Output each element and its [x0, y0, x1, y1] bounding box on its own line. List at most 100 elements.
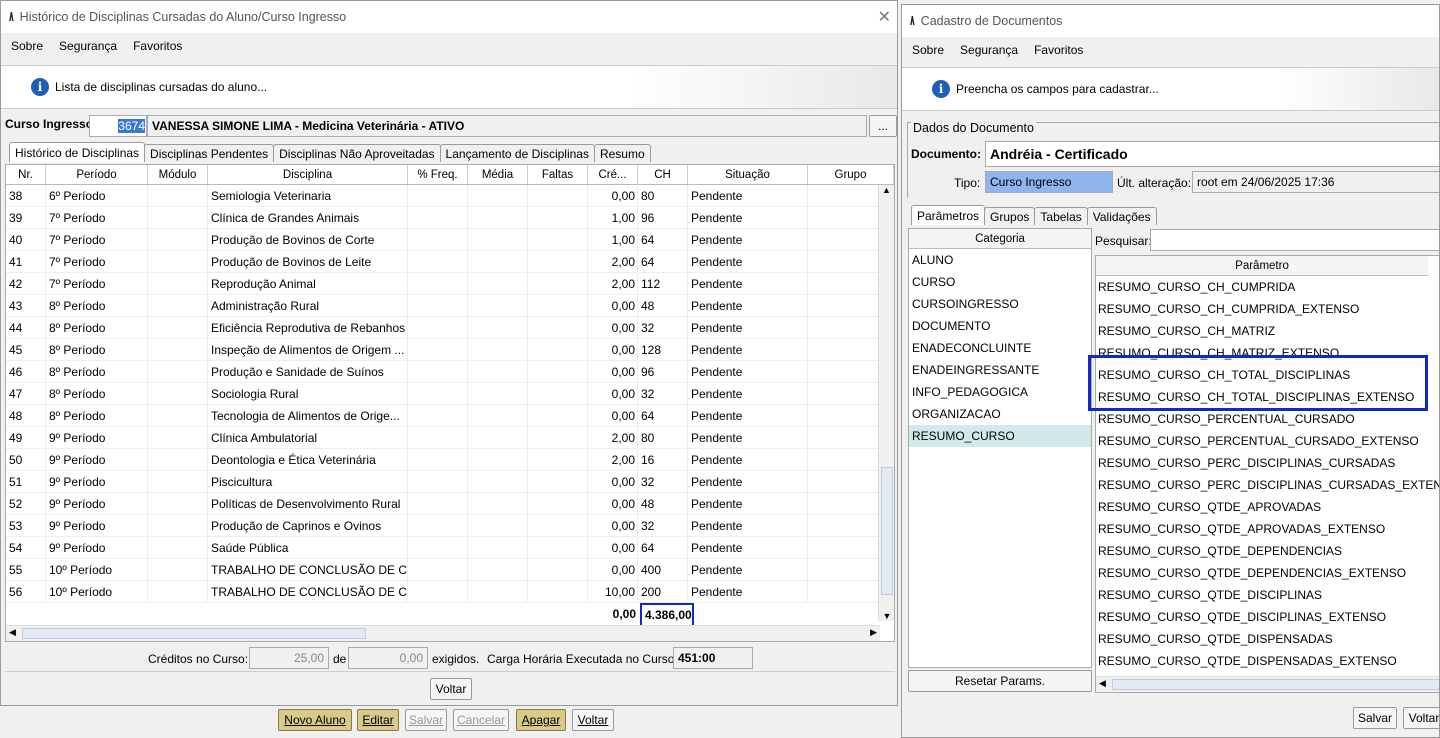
salvar-button-bottom[interactable]: Salvar [405, 709, 447, 731]
voltar-button-historico[interactable]: Voltar [430, 678, 472, 700]
horizontal-scroll-thumb[interactable] [22, 628, 366, 639]
tab-grupos[interactable]: Grupos [984, 207, 1036, 225]
menu-seguranca[interactable]: Segurança [960, 43, 1018, 57]
categoria-item[interactable]: ORGANIZACAO [909, 403, 1091, 425]
tipo-field[interactable]: Curso Ingresso [985, 171, 1113, 193]
menu-favoritos[interactable]: Favoritos [1034, 43, 1083, 57]
column-header[interactable]: Módulo [148, 165, 208, 184]
parametro-item[interactable]: RESUMO_CURSO_CH_CUMPRIDA_EXTENSO [1096, 298, 1439, 320]
parametro-item[interactable]: RESUMO_CURSO_QTDE_DISCIPLINAS [1096, 584, 1439, 606]
column-header[interactable]: Grupo [808, 165, 894, 184]
resetar-params-button[interactable]: Resetar Params. [908, 670, 1092, 692]
table-row[interactable]: 44 8º Período Eficiência Reprodutiva de Re… [6, 317, 894, 339]
column-header[interactable]: Média [468, 165, 528, 184]
table-row[interactable]: 49 9º Período Clínica Ambulatorial 2,00 80 Pe… [6, 427, 894, 449]
scroll-left-icon[interactable]: ◀ [9, 627, 16, 638]
column-header[interactable]: CH [638, 165, 688, 184]
column-header[interactable]: Cré... [588, 165, 638, 184]
parametro-item[interactable]: RESUMO_CURSO_QTDE_DISPENSADAS [1096, 628, 1439, 650]
column-header[interactable]: Disciplina [208, 165, 408, 184]
parametro-item[interactable]: RESUMO_CURSO_QTDE_DEPENDENCIAS_EXTENSO [1096, 562, 1439, 584]
categoria-item[interactable]: ALUNO [909, 249, 1091, 271]
table-row[interactable]: 42 7º Período Reprodução Animal 2,00 112 Pend… [6, 273, 894, 295]
scroll-down-icon[interactable]: ▼ [879, 611, 894, 621]
parametro-horizontal-scrollbar[interactable]: ◀ [1096, 676, 1439, 692]
documento-field[interactable]: Andréia - Certificado [985, 141, 1439, 167]
parametro-item[interactable]: RESUMO_CURSO_QTDE_APROVADAS [1096, 496, 1439, 518]
table-row[interactable]: 40 7º Período Produção de Bovinos de Corte… [6, 229, 894, 251]
table-row[interactable]: 41 7º Período Produção de Bovinos de Leite… [6, 251, 894, 273]
tab-tabelas[interactable]: Tabelas [1034, 207, 1088, 225]
tab-resumo[interactable]: Resumo [593, 144, 651, 162]
cadastro-info-banner: i Preencha os campos para cadastrar... [902, 67, 1439, 111]
table-row[interactable]: 43 8º Período Administração Rural 0,00 48 Pen… [6, 295, 894, 317]
horizontal-scroll-thumb[interactable] [1112, 679, 1439, 690]
categoria-item[interactable]: DOCUMENTO [909, 315, 1091, 337]
categoria-item[interactable]: RESUMO_CURSO [909, 425, 1091, 447]
categoria-item[interactable]: ENADECONCLUINTE [909, 337, 1091, 359]
column-header[interactable]: Período [46, 165, 148, 184]
grid-vertical-scrollbar[interactable]: ▲ ▼ [878, 185, 894, 621]
curso-search-button[interactable]: ... [869, 115, 897, 137]
curso-code-field[interactable]: 3674 [89, 115, 147, 137]
scroll-left-icon[interactable]: ◀ [1099, 678, 1106, 689]
parametro-item[interactable]: RESUMO_CURSO_QTDE_DISCIPLINAS_EXTENSO [1096, 606, 1439, 628]
table-row[interactable]: 46 8º Período Produção e Sanidade de Suíno… [6, 361, 894, 383]
tab-lancamento[interactable]: Lançamento de Disciplinas [439, 144, 595, 162]
table-row[interactable]: 51 9º Período Piscicultura 0,00 32 Pendente [6, 471, 894, 493]
scroll-up-icon[interactable]: ▲ [879, 185, 894, 195]
editar-button[interactable]: Editar [357, 709, 399, 731]
voltar-button-bottom[interactable]: Voltar [572, 709, 614, 731]
grid-horizontal-scrollbar[interactable]: ◀ ▶ [6, 625, 880, 641]
parametro-item[interactable]: RESUMO_CURSO_PERC_DISCIPLINAS_CURSADAS [1096, 452, 1439, 474]
pesquisar-input[interactable] [1150, 229, 1439, 251]
table-row[interactable]: 45 8º Período Inspeção de Alimentos de Ori… [6, 339, 894, 361]
menu-favoritos[interactable]: Favoritos [133, 39, 182, 53]
apagar-button[interactable]: Apagar [516, 709, 566, 731]
close-icon[interactable]: ✕ [878, 7, 891, 27]
categoria-item[interactable]: CURSO [909, 271, 1091, 293]
vertical-scroll-thumb[interactable] [881, 467, 893, 595]
parametro-item[interactable]: RESUMO_CURSO_PERCENTUAL_CURSADO_EXTENSO [1096, 430, 1439, 452]
parametro-item[interactable]: RESUMO_CURSO_PERCENTUAL_CURSADO [1096, 408, 1439, 430]
table-cell: Clínica de Grandes Animais [208, 207, 408, 228]
table-row[interactable]: 54 9º Período Saúde Pública 0,00 64 Pendente [6, 537, 894, 559]
tab-parametros[interactable]: Parâmetros [911, 205, 986, 225]
table-row[interactable]: 50 9º Período Deontologia e Ética Veteriná… [6, 449, 894, 471]
parametro-item[interactable]: RESUMO_CURSO_CH_CUMPRIDA [1096, 276, 1439, 298]
categoria-item[interactable]: ENADEINGRESSANTE [909, 359, 1091, 381]
categoria-item[interactable]: CURSOINGRESSO [909, 293, 1091, 315]
parametro-item[interactable]: RESUMO_CURSO_CH_MATRIZ [1096, 320, 1439, 342]
menu-sobre[interactable]: Sobre [11, 39, 43, 53]
categoria-item[interactable]: INFO_PEDAGOGICA [909, 381, 1091, 403]
table-row[interactable]: 48 8º Período Tecnologia de Alimentos de O… [6, 405, 894, 427]
cancelar-button[interactable]: Cancelar [453, 709, 509, 731]
table-row[interactable]: 56 10º Período TRABALHO DE CONCLUSÃO DE CU… [6, 581, 894, 603]
scroll-right-icon[interactable]: ▶ [870, 627, 877, 638]
table-row[interactable]: 53 9º Período Produção de Caprinos e Ovino… [6, 515, 894, 537]
voltar-button-cadastro[interactable]: Voltar [1403, 707, 1439, 729]
table-row[interactable]: 47 8º Período Sociologia Rural 0,00 32 Penden… [6, 383, 894, 405]
column-header[interactable]: % Freq. [408, 165, 468, 184]
historico-window: /\ Histórico de Disciplinas Cursadas do … [0, 0, 898, 706]
menu-seguranca[interactable]: Segurança [59, 39, 117, 53]
parametro-item[interactable]: RESUMO_CURSO_QTDE_DEPENDENCIAS [1096, 540, 1439, 562]
parametro-item[interactable]: RESUMO_CURSO_PERC_DISCIPLINAS_CURSADAS_E… [1096, 474, 1439, 496]
table-row[interactable]: 55 10º Período TRABALHO DE CONCLUSÃO DE CU… [6, 559, 894, 581]
column-header[interactable]: Situação [688, 165, 808, 184]
table-row[interactable]: 39 7º Período Clínica de Grandes Animais 1,… [6, 207, 894, 229]
tab-historico[interactable]: Histórico de Disciplinas [9, 142, 146, 162]
table-cell: 32 [638, 471, 688, 492]
column-header[interactable]: Faltas [528, 165, 588, 184]
table-row[interactable]: 52 9º Período Políticas de Desenvolvimento… [6, 493, 894, 515]
novo-aluno-button[interactable]: Novo Aluno [278, 709, 352, 731]
menu-sobre[interactable]: Sobre [912, 43, 944, 57]
tab-nao-aproveitadas[interactable]: Disciplinas Não Aproveitadas [273, 144, 441, 162]
column-header[interactable]: Nr. [6, 165, 46, 184]
tab-pendentes[interactable]: Disciplinas Pendentes [144, 144, 275, 162]
parametro-item[interactable]: RESUMO_CURSO_QTDE_DISPENSADAS_EXTENSO [1096, 650, 1439, 672]
parametro-item[interactable]: RESUMO_CURSO_QTDE_APROVADAS_EXTENSO [1096, 518, 1439, 540]
salvar-button-cadastro[interactable]: Salvar [1353, 707, 1397, 729]
table-row[interactable]: 38 6º Período Semiologia Veterinaria 0,00 80… [6, 185, 894, 207]
tab-validacoes[interactable]: Validações [1086, 207, 1157, 225]
